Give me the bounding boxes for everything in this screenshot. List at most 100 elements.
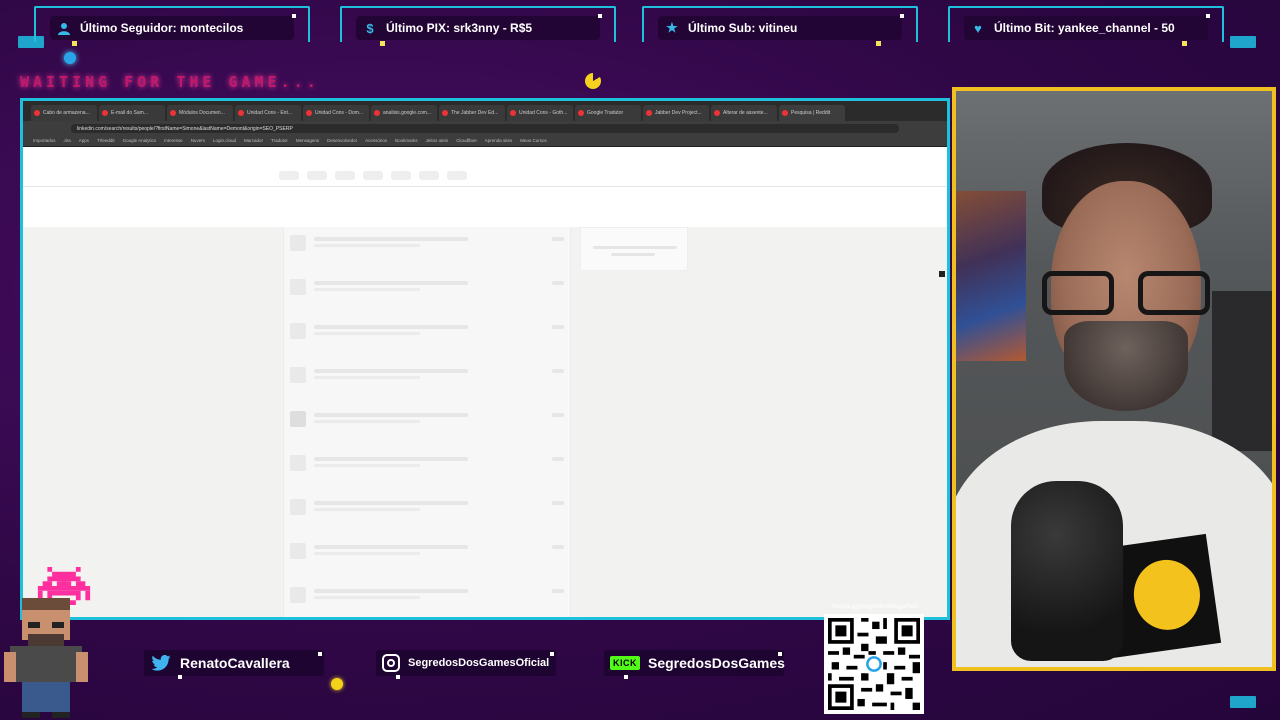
bookmark-item[interactable]: Desenvolvedor: [327, 138, 357, 143]
pacman-icon: [585, 73, 601, 89]
browser-tab[interactable]: Unidad Cons - Ent...: [235, 105, 301, 121]
webcam-feed: [952, 87, 1276, 671]
page-header-skeleton: [23, 147, 947, 187]
bookmark-item[interactable]: Nuvem: [191, 138, 205, 143]
bookmark-item[interactable]: Importados: [33, 138, 56, 143]
result-row-skeleton: [284, 491, 570, 535]
heart-icon: ♥: [974, 20, 982, 36]
bookmark-item[interactable]: Login.cloud: [213, 138, 236, 143]
social-dot: [550, 652, 554, 656]
bookmark-item[interactable]: Aprenda sites: [485, 138, 513, 143]
result-row-skeleton: [284, 535, 570, 579]
scrollbar-thumb[interactable]: [939, 271, 945, 277]
social-dot: [178, 675, 182, 679]
bookmark-item[interactable]: Jeitos uteis: [426, 138, 449, 143]
browser-tab[interactable]: Unidad Cons - Dom...: [303, 105, 369, 121]
social-label: SegredosDosGames: [648, 655, 785, 671]
social-dot: [778, 652, 782, 656]
banner-dot: [380, 41, 385, 46]
result-row-skeleton: [284, 315, 570, 359]
banner-label: Último Seguidor: montecilos: [80, 21, 244, 35]
banner-dot: [876, 41, 881, 46]
social-label: RenatoCavallera: [180, 655, 290, 671]
banner-last-pix: $ Último PIX: srk3nny - R$5: [340, 6, 616, 46]
bookmark-item[interactable]: Mensagens: [296, 138, 319, 143]
banner-last-sub: ★ Último Sub: vitineu: [642, 6, 918, 46]
decor-dot: [331, 678, 343, 690]
qr-label: livepix.gg/segredosdosgames: [832, 603, 918, 610]
bookmark-item[interactable]: Meus Cursos: [520, 138, 547, 143]
instagram-icon: [382, 654, 400, 672]
banner-pill: ♥ Último Bit: yankee_channel - 50: [964, 16, 1208, 40]
browser-tab[interactable]: analisis.google.com...: [371, 105, 437, 121]
banner-pill: Último Seguidor: montecilos: [50, 16, 294, 40]
social-kick: KICK SegredosDosGames: [604, 650, 785, 679]
result-row-skeleton: [284, 359, 570, 403]
corner-tab: [1230, 696, 1256, 708]
qr-code[interactable]: [824, 614, 924, 714]
banner-dot: [598, 14, 602, 18]
banner-dot: [72, 41, 77, 46]
browser-tab[interactable]: Google Tradutor: [575, 105, 641, 121]
decor-blob: [64, 52, 76, 64]
bookmark-item[interactable]: Apps: [79, 138, 89, 143]
banner-last-follower: Último Seguidor: montecilos: [34, 6, 310, 46]
social-instagram: SegredosDosGamesOficial: [376, 650, 556, 679]
bookmark-item[interactable]: Acessórios: [365, 138, 387, 143]
banner-dot: [900, 14, 904, 18]
twitter-icon: [150, 654, 172, 672]
qr-code-image: [828, 618, 920, 710]
browser-tab[interactable]: Unidad Cons - Goth...: [507, 105, 573, 121]
browser-tabbar: Cabo de armazena... E-mail do Sam... Mód…: [23, 101, 947, 121]
bookmark-item[interactable]: Google Analytics: [123, 138, 157, 143]
address-bar: linkedin.com/search/results/people/?firs…: [23, 121, 947, 135]
result-row-skeleton: [284, 579, 570, 617]
browser-tab-active[interactable]: Pesquisa | Reddit: [779, 105, 845, 121]
browser-tab[interactable]: Alterar de assente...: [711, 105, 777, 121]
browser-tab[interactable]: Cabo de armazena...: [31, 105, 97, 121]
user-icon: [56, 20, 72, 36]
banner-dot: [1206, 14, 1210, 18]
microphone: [1011, 481, 1123, 661]
results-feed-skeleton: [283, 227, 571, 617]
result-row-skeleton: [284, 447, 570, 491]
result-row-skeleton: [284, 403, 570, 447]
bookmark-item[interactable]: Bookmarks: [395, 138, 418, 143]
social-dot: [396, 675, 400, 679]
browser-tab[interactable]: The Jabber Dev Ed...: [439, 105, 505, 121]
banner-pill: ★ Último Sub: vitineu: [658, 16, 902, 40]
browser-tab[interactable]: E-mail do Sam...: [99, 105, 165, 121]
social-twitter: RenatoCavallera: [144, 650, 324, 679]
bookmark-item[interactable]: Jira: [64, 138, 71, 143]
bookmark-item[interactable]: Trfeeddit: [97, 138, 115, 143]
bookmarks-bar: Importados Jira Apps Trfeeddit Google An…: [23, 135, 947, 147]
banner-last-bit: ♥ Último Bit: yankee_channel - 50: [948, 6, 1224, 46]
page-body: [23, 227, 947, 617]
background-shelf: [956, 191, 1026, 361]
banner-pill: $ Último PIX: srk3nny - R$5: [356, 16, 600, 40]
result-row-skeleton: [284, 227, 570, 271]
address-input[interactable]: linkedin.com/search/results/people/?firs…: [71, 123, 899, 133]
streamer-beard: [1064, 321, 1188, 411]
bookmark-item[interactable]: Marcador: [244, 138, 263, 143]
corner-tab: [1230, 36, 1256, 48]
side-card-skeleton: [580, 227, 688, 271]
banner-label: Último PIX: srk3nny - R$5: [386, 21, 533, 35]
social-dot: [318, 652, 322, 656]
bookmark-item[interactable]: Interesse: [164, 138, 183, 143]
nav-skeleton: [279, 171, 467, 180]
result-row-skeleton: [284, 271, 570, 315]
banner-label: Último Bit: yankee_channel - 50: [994, 21, 1175, 35]
social-dot: [624, 675, 628, 679]
star-icon: ★: [666, 20, 678, 35]
browser-tab[interactable]: Jabber Dev Project...: [643, 105, 709, 121]
browser-tab[interactable]: Módulos Documen...: [167, 105, 233, 121]
screen-capture: Cabo de armazena... E-mail do Sam... Mód…: [20, 98, 950, 620]
social-label: SegredosDosGamesOficial: [408, 657, 550, 669]
kick-icon: KICK: [610, 656, 640, 670]
bookmark-item[interactable]: Tradutor: [271, 138, 288, 143]
waiting-text: WAITING FOR THE GAME...: [20, 73, 320, 91]
banner-dot: [292, 14, 296, 18]
streamer-glasses: [1042, 271, 1222, 321]
bookmark-item[interactable]: Cloudflare: [456, 138, 477, 143]
